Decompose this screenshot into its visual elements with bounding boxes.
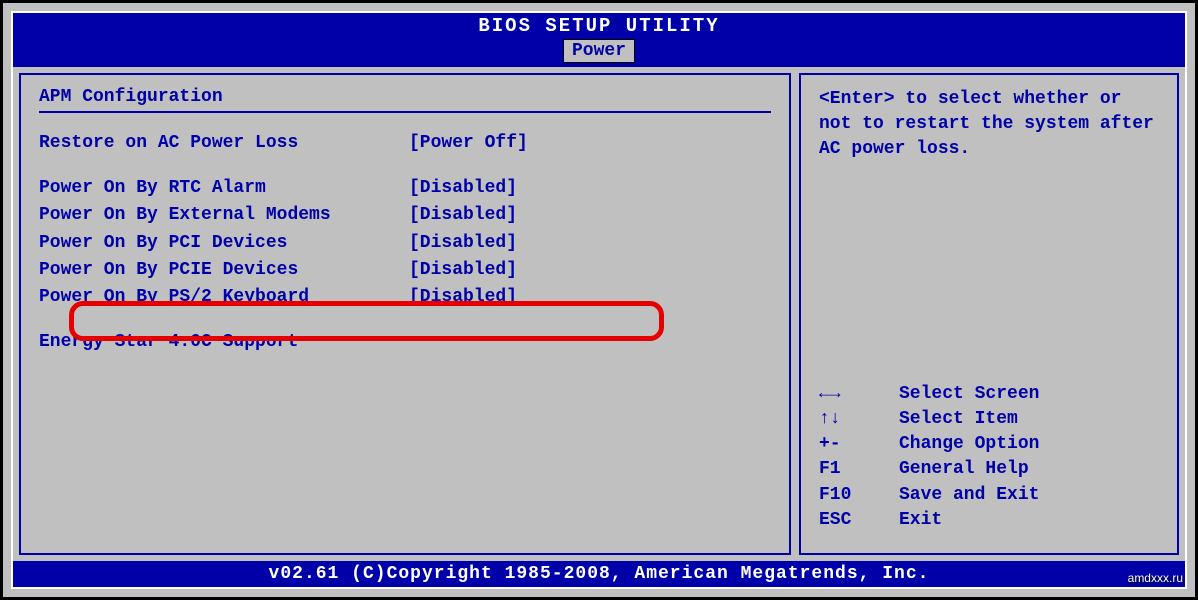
key-general-help: F1 General Help <box>819 457 1159 482</box>
key-select-item: ↑↓ Select Item <box>819 407 1159 432</box>
setting-pci-devices[interactable]: Power On By PCI Devices [Disabled] <box>39 231 771 256</box>
tab-power[interactable]: Power <box>563 39 635 63</box>
setting-label: Power On By PS/2 Keyboard <box>39 285 409 310</box>
watermark: amdxxx.ru <box>1128 571 1183 585</box>
setting-label: Energy Star 4.0C Support <box>39 330 409 355</box>
setting-value: [Disabled] <box>409 203 517 228</box>
key-action: General Help <box>899 457 1029 482</box>
help-keys: ←→ Select Screen ↑↓ Select Item +- Chang… <box>819 382 1159 541</box>
key-action: Save and Exit <box>899 483 1039 508</box>
panel-right: <Enter> to select whether or not to rest… <box>799 73 1179 555</box>
key-exit: ESC Exit <box>819 508 1159 533</box>
setting-value: [Disabled] <box>409 176 517 201</box>
key-label: F1 <box>819 457 899 482</box>
arrow-ud-icon: ↑↓ <box>819 407 899 432</box>
key-label: F10 <box>819 483 899 508</box>
key-action: Exit <box>899 508 942 533</box>
key-save-exit: F10 Save and Exit <box>819 483 1159 508</box>
panel-left: APM Configuration Restore on AC Power Lo… <box>19 73 791 555</box>
bios-body: APM Configuration Restore on AC Power Lo… <box>13 67 1185 561</box>
setting-label: Power On By PCI Devices <box>39 231 409 256</box>
setting-energy-star[interactable]: Energy Star 4.0C Support <box>39 330 771 355</box>
setting-label: Power On By PCIE Devices <box>39 258 409 283</box>
key-action: Select Item <box>899 407 1018 432</box>
bios-container: BIOS SETUP UTILITY Power APM Configurati… <box>0 0 1198 600</box>
section-divider <box>39 111 771 113</box>
setting-external-modems[interactable]: Power On By External Modems [Disabled] <box>39 203 771 228</box>
setting-value: [Disabled] <box>409 258 517 283</box>
key-change-option: +- Change Option <box>819 432 1159 457</box>
setting-value: [Power Off] <box>409 131 528 156</box>
footer-copyright: v02.61 (C)Copyright 1985-2008, American … <box>13 561 1185 587</box>
setting-label: Power On By External Modems <box>39 203 409 228</box>
help-text: <Enter> to select whether or not to rest… <box>819 87 1159 163</box>
bios-title: BIOS SETUP UTILITY <box>13 13 1185 39</box>
key-select-screen: ←→ Select Screen <box>819 382 1159 407</box>
section-title: APM Configuration <box>39 87 771 107</box>
setting-restore-ac[interactable]: Restore on AC Power Loss [Power Off] <box>39 131 771 156</box>
arrow-lr-icon: ←→ <box>819 382 899 407</box>
setting-ps2-keyboard[interactable]: Power On By PS/2 Keyboard [Disabled] <box>39 285 771 310</box>
setting-value: [Disabled] <box>409 285 517 310</box>
bios-inner: BIOS SETUP UTILITY Power APM Configurati… <box>11 11 1187 589</box>
setting-label: Restore on AC Power Loss <box>39 131 409 156</box>
key-label: +- <box>819 432 899 457</box>
setting-rtc-alarm[interactable]: Power On By RTC Alarm [Disabled] <box>39 176 771 201</box>
tab-row: Power <box>13 39 1185 67</box>
key-action: Select Screen <box>899 382 1039 407</box>
key-action: Change Option <box>899 432 1039 457</box>
key-label: ESC <box>819 508 899 533</box>
setting-label: Power On By RTC Alarm <box>39 176 409 201</box>
setting-pcie-devices[interactable]: Power On By PCIE Devices [Disabled] <box>39 258 771 283</box>
setting-value: [Disabled] <box>409 231 517 256</box>
